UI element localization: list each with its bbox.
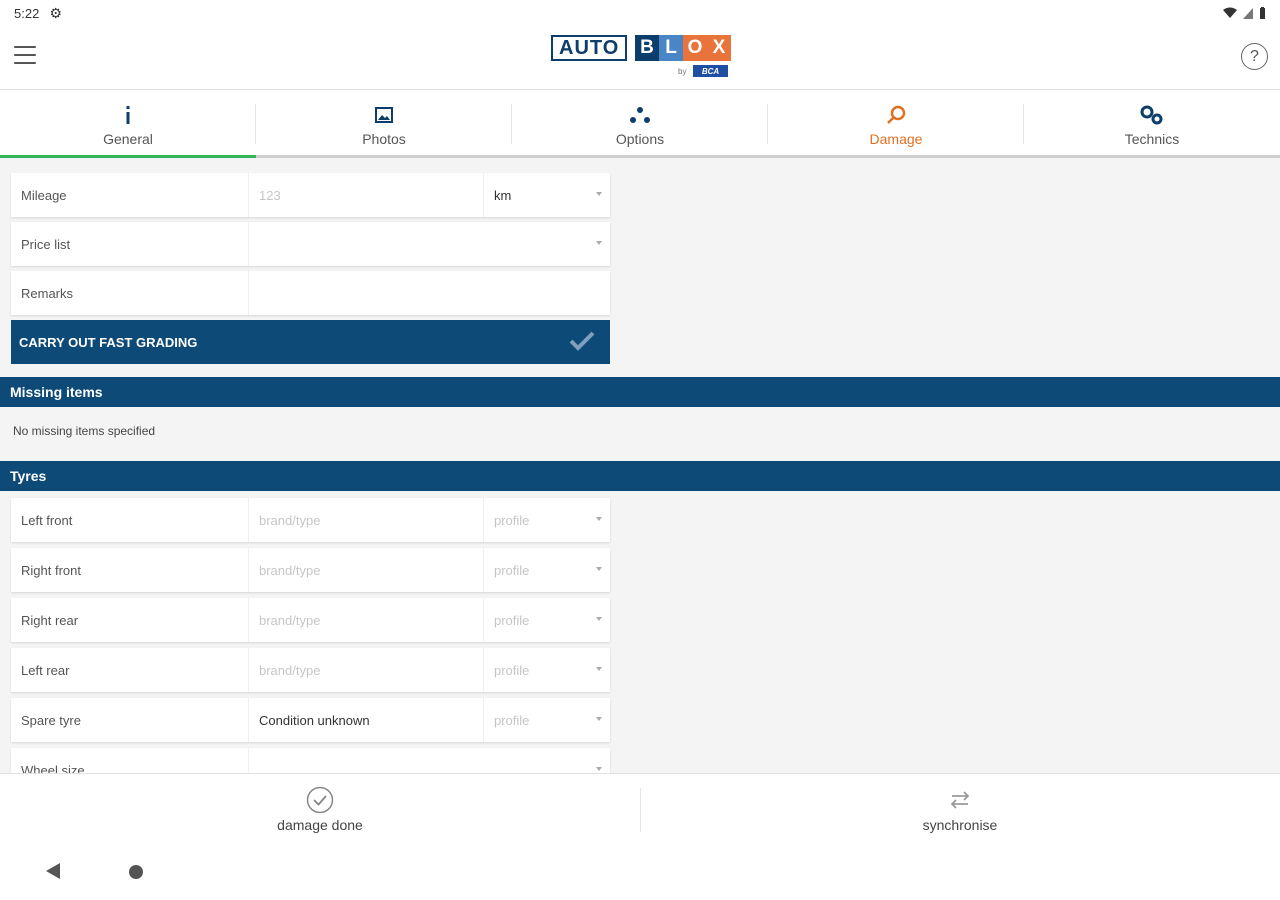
mileage-row: Mileage 123 km bbox=[11, 173, 610, 217]
tab-label: Options bbox=[615, 131, 665, 147]
tyre-brand-input[interactable]: brand/type bbox=[249, 648, 484, 692]
tyre-label: Left front bbox=[11, 498, 249, 542]
remarks-label: Remarks bbox=[11, 271, 249, 315]
tyre-profile-select[interactable]: profile bbox=[484, 548, 610, 592]
chevron-down-icon bbox=[596, 567, 602, 571]
tyre-profile-value: profile bbox=[494, 662, 530, 678]
chevron-down-icon bbox=[596, 717, 602, 721]
tyre-profile-value: profile bbox=[494, 562, 530, 578]
logo-auto: AUTO bbox=[551, 35, 628, 61]
tyre-row-spare: Spare tyre Condition unknown profile bbox=[11, 698, 610, 742]
options-icon bbox=[629, 104, 651, 126]
mileage-unit-select[interactable]: km bbox=[484, 173, 610, 217]
synchronise-button[interactable]: synchronise bbox=[640, 774, 1280, 843]
tyre-brand-input[interactable]: brand/type bbox=[249, 498, 484, 542]
damage-done-label: damage done bbox=[277, 816, 363, 833]
tab-damage[interactable]: Damage bbox=[768, 90, 1024, 158]
tab-technics[interactable]: Technics bbox=[1024, 90, 1280, 158]
status-icons bbox=[1223, 7, 1266, 19]
magnifier-icon bbox=[886, 104, 906, 126]
logo-blox: B L O X bbox=[635, 35, 731, 61]
system-nav-bar bbox=[0, 843, 1280, 900]
battery-icon bbox=[1260, 7, 1265, 19]
tyre-row-right-rear: Right rear brand/type profile bbox=[11, 598, 610, 642]
fast-grading-button[interactable]: CARRY OUT FAST GRADING bbox=[11, 320, 610, 364]
chevron-down-icon bbox=[596, 192, 602, 196]
tab-label: General bbox=[103, 131, 153, 147]
spare-tyre-condition-select[interactable]: Condition unknown bbox=[249, 698, 484, 742]
tyre-profile-select[interactable]: profile bbox=[484, 598, 610, 642]
synchronise-label: synchronise bbox=[922, 816, 998, 833]
logo-letter: B bbox=[635, 35, 659, 61]
chevron-down-icon bbox=[596, 617, 602, 621]
chevron-down-icon bbox=[596, 241, 602, 245]
mileage-input[interactable]: 123 bbox=[249, 173, 484, 217]
tyre-row-left-front: Left front brand/type profile bbox=[11, 498, 610, 542]
missing-items-empty: No missing items specified bbox=[13, 424, 156, 438]
tyre-brand-input[interactable]: brand/type bbox=[249, 548, 484, 592]
tyre-profile-select[interactable]: profile bbox=[484, 648, 610, 692]
back-icon[interactable] bbox=[46, 863, 60, 879]
tyre-row-left-rear: Left rear brand/type profile bbox=[11, 648, 610, 692]
info-icon bbox=[124, 104, 132, 126]
logo-letter: L bbox=[659, 35, 683, 61]
remarks-row: Remarks bbox=[11, 271, 610, 315]
tyre-profile-select[interactable]: profile bbox=[484, 498, 610, 542]
status-bar: 5:22 ⚙ bbox=[0, 0, 1280, 26]
mileage-label: Mileage bbox=[11, 173, 249, 217]
tab-bar: General Photos Options Damage Technics bbox=[0, 90, 1280, 158]
gears-icon bbox=[1140, 104, 1164, 126]
tyre-label: Right rear bbox=[11, 598, 249, 642]
tyre-label: Spare tyre bbox=[11, 698, 249, 742]
chevron-down-icon bbox=[596, 767, 602, 771]
tab-label: Photos bbox=[362, 131, 406, 147]
chevron-down-icon bbox=[596, 667, 602, 671]
tyre-row-right-front: Right front brand/type profile bbox=[11, 548, 610, 592]
tab-photos[interactable]: Photos bbox=[256, 90, 512, 158]
tab-general[interactable]: General bbox=[0, 90, 256, 158]
logo-by: by bbox=[678, 67, 687, 76]
wheel-size-select[interactable] bbox=[249, 748, 610, 773]
tyre-label: Left rear bbox=[11, 648, 249, 692]
logo-letter: X bbox=[707, 35, 731, 61]
tyres-header: Tyres bbox=[0, 461, 1280, 491]
check-circle-icon bbox=[305, 785, 335, 815]
price-list-select[interactable] bbox=[249, 222, 610, 266]
bottom-action-bar: damage done synchronise bbox=[0, 773, 1280, 843]
fast-grading-label: CARRY OUT FAST GRADING bbox=[19, 334, 198, 350]
missing-items-header: Missing items bbox=[0, 377, 1280, 407]
sync-arrows-icon bbox=[945, 785, 975, 815]
hamburger-icon[interactable] bbox=[14, 46, 36, 64]
tyre-profile-value: profile bbox=[494, 512, 530, 528]
price-list-row: Price list bbox=[11, 222, 610, 266]
wheel-size-row: Wheel size bbox=[11, 748, 610, 773]
wheel-size-label: Wheel size bbox=[11, 748, 249, 773]
image-icon bbox=[375, 104, 393, 126]
app-logo: AUTO B L O X by BCA bbox=[551, 35, 731, 81]
damage-done-button[interactable]: damage done bbox=[0, 774, 640, 843]
tyre-profile-value: profile bbox=[494, 712, 530, 728]
checkmark-icon bbox=[569, 331, 595, 351]
tab-label: Damage bbox=[869, 131, 923, 147]
price-list-label: Price list bbox=[11, 222, 249, 266]
mileage-unit-value: km bbox=[494, 187, 512, 203]
damage-content: Mileage 123 km Price list Remarks CARRY … bbox=[0, 158, 1280, 773]
help-icon[interactable]: ? bbox=[1241, 43, 1268, 70]
status-time: 5:22 bbox=[14, 5, 40, 21]
logo-letter: O bbox=[683, 35, 707, 61]
tab-label: Technics bbox=[1124, 131, 1180, 147]
logo-bca: BCA bbox=[693, 65, 728, 77]
tyre-profile-select[interactable]: profile bbox=[484, 698, 610, 742]
remarks-input[interactable] bbox=[249, 271, 610, 315]
tab-options[interactable]: Options bbox=[512, 90, 768, 158]
tyre-brand-input[interactable]: brand/type bbox=[249, 598, 484, 642]
tyre-profile-value: profile bbox=[494, 612, 530, 628]
home-icon[interactable] bbox=[129, 865, 143, 879]
gear-icon: ⚙ bbox=[49, 4, 62, 21]
app-header: AUTO B L O X by BCA ? bbox=[0, 26, 1280, 90]
signal-icon bbox=[1243, 8, 1253, 19]
tyre-label: Right front bbox=[11, 548, 249, 592]
wifi-icon bbox=[1223, 7, 1237, 18]
chevron-down-icon bbox=[596, 517, 602, 521]
